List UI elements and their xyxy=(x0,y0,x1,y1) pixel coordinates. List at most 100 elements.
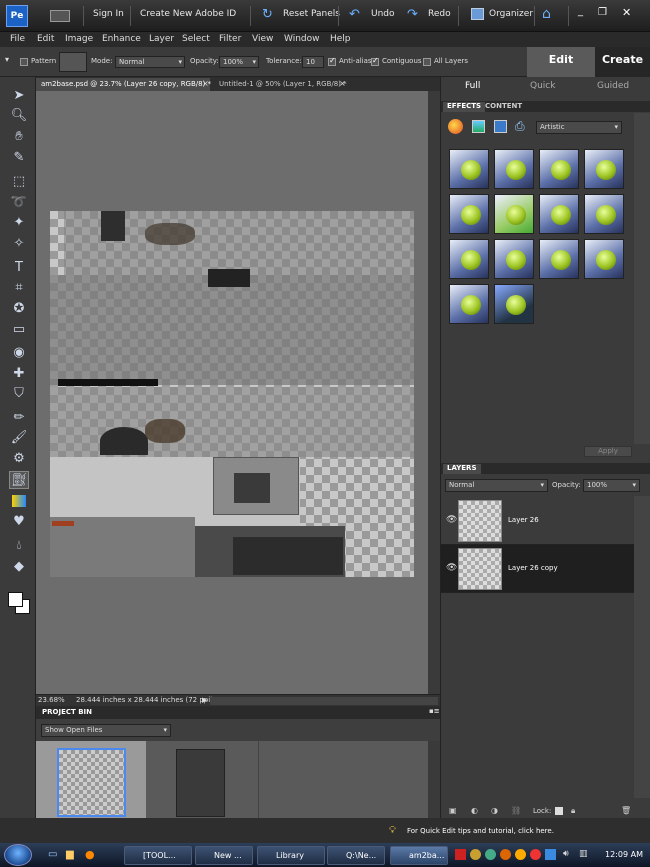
menu-enhance[interactable]: Enhance xyxy=(102,34,141,44)
tray-volume-icon[interactable]: 🔊︎ xyxy=(563,849,569,859)
subtab-quick[interactable]: Quick xyxy=(530,81,555,91)
taskbar-item-new[interactable]: New ... xyxy=(195,846,253,865)
start-button[interactable] xyxy=(4,844,32,866)
marquee-tool-icon[interactable]: ⬚ xyxy=(9,173,29,191)
tab-create[interactable]: Create xyxy=(595,47,650,77)
taskbar-item-tool[interactable]: [TOOL... xyxy=(124,846,192,865)
menu-file[interactable]: File xyxy=(10,34,25,44)
show-files-select[interactable]: Show Open Files ▾ xyxy=(41,724,171,737)
type-tool-icon[interactable]: T xyxy=(9,259,29,277)
effect-thumb[interactable] xyxy=(584,239,624,279)
tab-effects[interactable]: EFFECTS xyxy=(443,102,486,112)
tab-am2base[interactable]: am2base.psd @ 23.7% (Layer 26 copy, RGB/… xyxy=(36,78,211,91)
workspace-menu-icon[interactable] xyxy=(50,10,70,22)
layer-opacity-field[interactable]: 100% ▾ xyxy=(583,479,640,492)
tray-network-icon[interactable]: ▥ xyxy=(579,849,588,859)
filters-icon[interactable] xyxy=(448,119,463,134)
image-texture[interactable] xyxy=(50,211,414,577)
subtab-full[interactable]: Full xyxy=(465,81,480,91)
foreground-color-swatch[interactable] xyxy=(8,592,23,607)
lock-all-icon[interactable]: 🔒︎ xyxy=(571,806,575,816)
tolerance-field[interactable]: 10 xyxy=(302,56,324,68)
crop-tool-icon[interactable]: ⌗ xyxy=(9,279,29,297)
menu-edit[interactable]: Edit xyxy=(37,34,54,44)
taskbar-item-library[interactable]: Library xyxy=(257,846,325,865)
magic-wand-icon[interactable]: ✦ xyxy=(9,214,29,232)
tray-icon[interactable] xyxy=(530,849,541,860)
explorer-icon[interactable]: ▆ xyxy=(66,849,74,860)
redo-button[interactable]: Redo xyxy=(428,9,451,19)
effect-thumb[interactable] xyxy=(449,194,489,234)
brush-tool-icon[interactable]: 🖌︎ xyxy=(9,429,29,447)
blend-mode-select[interactable]: Normal ▾ xyxy=(445,479,548,492)
create-adobe-id-link[interactable]: Create New Adobe ID xyxy=(140,9,236,19)
hand-tool-icon[interactable]: ✋︎ xyxy=(9,128,29,146)
layers-scrollbar[interactable] xyxy=(634,496,650,798)
healing-brush-icon[interactable]: ✚ xyxy=(9,365,29,383)
menu-help[interactable]: Help xyxy=(330,34,351,44)
tray-icon[interactable] xyxy=(470,849,481,860)
effect-thumb[interactable] xyxy=(494,239,534,279)
eyedropper-icon[interactable]: ✎ xyxy=(9,149,29,167)
straighten-tool-icon[interactable]: ▭ xyxy=(9,321,29,339)
close-tab-icon[interactable]: × xyxy=(202,79,209,88)
effect-thumb[interactable] xyxy=(539,194,579,234)
antialias-checkbox[interactable] xyxy=(328,56,336,66)
layer-styles-icon[interactable] xyxy=(472,120,485,133)
quick-edit-tip-link[interactable]: For Quick Edit tips and tutorial, click … xyxy=(407,827,554,835)
sponge-tool-icon[interactable]: ◆ xyxy=(9,558,29,576)
tray-icon[interactable] xyxy=(515,849,526,860)
menu-filter[interactable]: Filter xyxy=(219,34,241,44)
new-layer-icon[interactable]: ▣ xyxy=(449,806,457,815)
trash-icon[interactable]: 🗑︎ xyxy=(621,806,631,815)
menu-image[interactable]: Image xyxy=(65,34,93,44)
reset-panels-button[interactable]: Reset Panels xyxy=(283,9,340,19)
subtab-guided[interactable]: Guided xyxy=(597,81,629,91)
close-tab-icon[interactable]: × xyxy=(339,79,346,88)
link-layers-icon[interactable]: ⛓︎ xyxy=(511,806,521,815)
taskbar-item-q-drive[interactable]: Q:\Ne... xyxy=(327,846,385,865)
tray-icon[interactable] xyxy=(545,849,556,860)
tab-edit[interactable]: Edit xyxy=(527,47,595,77)
adjustment-layer-icon[interactable]: ◐ xyxy=(471,806,478,815)
status-menu-arrow-icon[interactable]: ▶ xyxy=(202,696,207,704)
layer-row[interactable]: 👁︎ Layer 26 xyxy=(441,497,634,545)
pencil-tool-icon[interactable]: ✏ xyxy=(9,409,29,427)
firefox-icon[interactable]: ● xyxy=(85,848,95,861)
tray-icon[interactable] xyxy=(485,849,496,860)
effect-thumb[interactable] xyxy=(449,149,489,189)
effect-thumb[interactable] xyxy=(449,284,489,324)
organizer-button[interactable]: Organizer xyxy=(489,9,533,19)
effect-thumb[interactable] xyxy=(449,239,489,279)
visibility-eye-icon[interactable]: 👁︎ xyxy=(446,515,457,525)
minimize-icon[interactable]: _ xyxy=(578,6,583,17)
undo-button[interactable]: Undo xyxy=(371,9,395,19)
effect-thumb[interactable] xyxy=(584,149,624,189)
effect-thumb[interactable] xyxy=(539,239,579,279)
effect-thumb[interactable] xyxy=(494,194,534,234)
tray-icon[interactable] xyxy=(500,849,511,860)
mask-icon[interactable]: ◑ xyxy=(491,806,498,815)
gradient-tool-icon[interactable] xyxy=(9,492,29,510)
taskbar-item-am2base[interactable]: am2ba... xyxy=(390,846,448,865)
panel-menu-icon[interactable]: ▪≡ xyxy=(429,707,440,715)
zoom-tool-icon[interactable]: 🔍︎ xyxy=(9,107,29,125)
all-layers-checkbox[interactable] xyxy=(423,58,431,66)
home-icon[interactable]: ⌂ xyxy=(542,6,551,22)
tab-untitled-1[interactable]: Untitled-1 @ 50% (Layer 1, RGB/8) * xyxy=(214,78,374,91)
text-effects-icon[interactable]: ⎙ xyxy=(515,119,525,134)
bin-thumb-untitled[interactable] xyxy=(176,749,225,817)
close-icon[interactable]: ✕ xyxy=(622,6,631,19)
paint-bucket-icon[interactable]: ⛽︎ xyxy=(9,471,29,489)
menu-window[interactable]: Window xyxy=(284,34,320,44)
bin-thumb-am2base[interactable] xyxy=(57,748,126,817)
effect-thumb[interactable] xyxy=(494,149,534,189)
pattern-swatch[interactable] xyxy=(59,52,87,72)
vertical-scrollbar[interactable] xyxy=(428,91,440,694)
opacity-field[interactable]: 100% ▾ xyxy=(219,56,259,68)
zoom-level[interactable]: 23.68% xyxy=(38,696,65,704)
effect-thumb[interactable] xyxy=(584,194,624,234)
pattern-checkbox[interactable] xyxy=(20,58,28,66)
smart-brush-icon[interactable]: ⚙ xyxy=(9,450,29,468)
effect-thumb[interactable] xyxy=(539,149,579,189)
